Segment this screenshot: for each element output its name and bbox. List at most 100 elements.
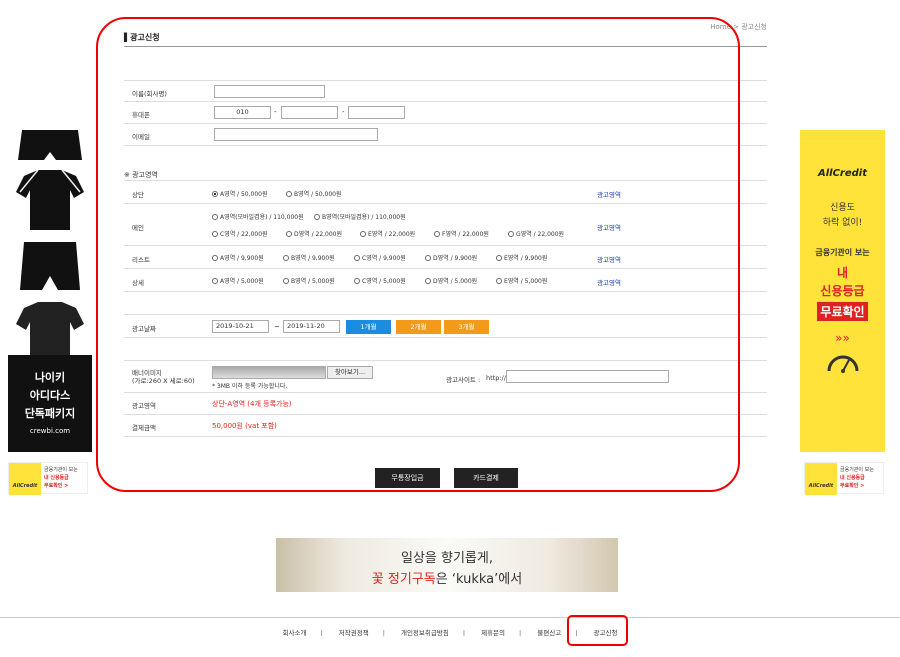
footer-link-partnership[interactable]: 제휴문의 bbox=[481, 629, 505, 637]
site-url-input[interactable] bbox=[506, 370, 669, 383]
mini-ad-logo: AllCredit bbox=[805, 463, 837, 495]
radio-label: A영역(모바일겸용) / 110,000원 bbox=[220, 214, 304, 221]
footer-link-copyright[interactable]: 저작권정책 bbox=[339, 629, 369, 637]
ad-row-list-label: 리스트 bbox=[132, 256, 150, 264]
ad-area-link-main[interactable]: 광고영역 bbox=[597, 222, 621, 232]
footer-highlight-annotation bbox=[567, 615, 628, 646]
footer-link-company[interactable]: 회사소개 bbox=[283, 629, 307, 637]
radio-detail-b[interactable]: B영역 / 5,000원 bbox=[283, 276, 335, 285]
radio-dot bbox=[425, 255, 431, 261]
radio-main-e[interactable]: E영역 / 22,000원 bbox=[360, 229, 415, 238]
radio-main-c[interactable]: C영역 / 22,000원 bbox=[212, 229, 268, 238]
ad-right-chevrons: »» bbox=[835, 331, 850, 345]
apparel-icon bbox=[16, 130, 84, 355]
phone-middle-input[interactable] bbox=[281, 106, 338, 119]
email-input[interactable] bbox=[214, 128, 378, 141]
radio-label: D영역 / 9,900원 bbox=[433, 255, 478, 262]
radio-main-d[interactable]: D영역 / 22,000원 bbox=[286, 229, 342, 238]
radio-label: A영역 / 50,000원 bbox=[220, 191, 268, 198]
area-label: 광고영역 bbox=[132, 402, 156, 410]
mini-ad-l1: 금융기관이 보는 bbox=[840, 467, 874, 473]
radio-main-g[interactable]: G영역 / 22,000원 bbox=[508, 229, 564, 238]
radio-label: B영역 / 5,000원 bbox=[291, 278, 335, 285]
radio-top-b[interactable]: B영역 / 50,000원 bbox=[286, 189, 342, 198]
footer-divider bbox=[0, 617, 900, 618]
banner-file-input[interactable] bbox=[212, 366, 326, 379]
ad-area-link-detail[interactable]: 광고영역 bbox=[597, 277, 621, 287]
mini-ad-l3: 무료확인 > bbox=[840, 483, 865, 489]
phone-last-input[interactable] bbox=[348, 106, 405, 119]
radio-dot bbox=[496, 255, 502, 261]
mini-ad-left[interactable]: AllCredit 금융기관이 보는 내 신용등급 무료확인 > bbox=[8, 462, 88, 495]
card-payment-button[interactable]: 카드결제 bbox=[454, 468, 518, 488]
radio-dot bbox=[360, 231, 366, 237]
date-start-input[interactable]: 2019-10-21 bbox=[212, 320, 269, 333]
footer-link-privacy[interactable]: 개인정보취급방침 bbox=[401, 629, 449, 637]
radio-dot bbox=[212, 278, 218, 284]
ad-area-section-title: ※ 광고영역 bbox=[124, 171, 158, 179]
ad-area-link-list[interactable]: 광고영역 bbox=[597, 254, 621, 264]
period-3month-button[interactable]: 3개월 bbox=[444, 320, 489, 334]
radio-label: D영역 / 22,000원 bbox=[294, 231, 343, 238]
radio-label: F영역 / 22,000원 bbox=[442, 231, 489, 238]
browse-button[interactable]: 찾아보기... bbox=[327, 366, 373, 379]
radio-main-f[interactable]: F영역 / 22,000원 bbox=[434, 229, 489, 238]
mini-ad-l2: 내 신용등급 bbox=[44, 475, 69, 481]
gauge-icon bbox=[827, 355, 858, 373]
radio-list-b[interactable]: B영역 / 9,900원 bbox=[283, 253, 335, 262]
footer-link-report[interactable]: 불편신고 bbox=[537, 629, 561, 637]
radio-detail-a[interactable]: A영역 / 5,000원 bbox=[212, 276, 264, 285]
amount-value: 50,000원 (vat 포함) bbox=[212, 422, 277, 430]
footer-links: 회사소개 | 저작권정책 | 개인정보취급방침 | 제휴문의 | 불편신고 | 광고신청 bbox=[0, 627, 900, 637]
radio-dot bbox=[314, 214, 320, 220]
page-title: ▌광고신청 bbox=[124, 33, 160, 42]
banner-highlight: 꽃 정기구독 bbox=[371, 572, 436, 587]
ad-left-site: crewbi.com bbox=[29, 427, 71, 435]
radio-list-e[interactable]: E영역 / 9,900원 bbox=[496, 253, 547, 262]
date-row: 광고날짜 2019-10-21 ~ 2019-11-20 1개월 2개월 3개월 bbox=[124, 314, 767, 338]
phone-prefix-input[interactable]: 010 bbox=[214, 106, 271, 119]
ad-row-top-label: 상단 bbox=[132, 191, 144, 199]
ad-right-banner[interactable]: AllCredit 신용도 하락 없이! 금융기관이 보는 내 신용등급 무료확인 … bbox=[800, 130, 885, 452]
radio-list-d[interactable]: D영역 / 9,900원 bbox=[425, 253, 477, 262]
radio-label: A영역 / 9,900원 bbox=[220, 255, 264, 262]
date-end-input[interactable]: 2019-11-20 bbox=[283, 320, 340, 333]
period-1month-button[interactable]: 1개월 bbox=[346, 320, 391, 334]
ad-left-banner[interactable]: 나이키 아디다스 단독패키지 crewbi.com bbox=[8, 130, 92, 452]
period-2month-button[interactable]: 2개월 bbox=[396, 320, 441, 334]
radio-detail-c[interactable]: C영역 / 5,000원 bbox=[354, 276, 406, 285]
banner-label: 배너이미지 (가로:260 X 세로:60) bbox=[132, 369, 195, 385]
radio-dot bbox=[286, 191, 292, 197]
radio-dot bbox=[508, 231, 514, 237]
site-prefix: http:// bbox=[486, 374, 506, 382]
banner-size-text: (가로:260 X 세로:60) bbox=[132, 377, 195, 385]
email-row: 이메일 bbox=[124, 124, 767, 146]
ad-right-headline: 내 신용등급 bbox=[800, 264, 885, 300]
site-label: 광고사이트 : bbox=[446, 376, 481, 384]
radio-detail-d[interactable]: D영역 / 5,000원 bbox=[425, 276, 477, 285]
amount-label: 결제금액 bbox=[132, 424, 156, 432]
radio-main-a[interactable]: A영역(모바일겸용) / 110,000원 bbox=[212, 212, 304, 221]
flower-subscription-banner[interactable]: 일상을 향기롭게, 꽃 정기구독은 ‘kukka’에서 bbox=[276, 538, 618, 592]
footer-sep: | bbox=[320, 629, 323, 637]
radio-dot bbox=[212, 214, 218, 220]
radio-list-c[interactable]: C영역 / 9,900원 bbox=[354, 253, 406, 262]
amount-row: 결제금액 50,000원 (vat 포함) bbox=[124, 415, 767, 437]
ad-right-l1: 신용도 bbox=[830, 203, 855, 213]
mini-ad-l2: 내 신용등급 bbox=[840, 475, 865, 481]
phone-label: 휴대폰 bbox=[132, 111, 150, 119]
bank-transfer-button[interactable]: 무통장입금 bbox=[375, 468, 440, 488]
ad-left-line2: 아디다스 bbox=[29, 389, 71, 402]
mini-ad-right[interactable]: AllCredit 금융기관이 보는내 신용등급무료확인 > bbox=[804, 462, 884, 495]
radio-list-a[interactable]: A영역 / 9,900원 bbox=[212, 253, 264, 262]
ad-area-link-top[interactable]: 광고영역 bbox=[597, 189, 621, 199]
radio-detail-e[interactable]: E영역 / 5,000원 bbox=[496, 276, 547, 285]
radio-dot bbox=[434, 231, 440, 237]
area-row: 광고영역 상단-A영역 (4개 등록가능) bbox=[124, 393, 767, 415]
radio-top-a[interactable]: A영역 / 50,000원 bbox=[212, 189, 268, 198]
area-value: 상단-A영역 (4개 등록가능) bbox=[212, 400, 292, 408]
radio-label: C영역 / 22,000원 bbox=[220, 231, 268, 238]
date-label: 광고날짜 bbox=[132, 325, 156, 333]
name-input[interactable] bbox=[214, 85, 325, 98]
radio-main-b[interactable]: B영역(모바일겸용) / 110,000원 bbox=[314, 212, 406, 221]
